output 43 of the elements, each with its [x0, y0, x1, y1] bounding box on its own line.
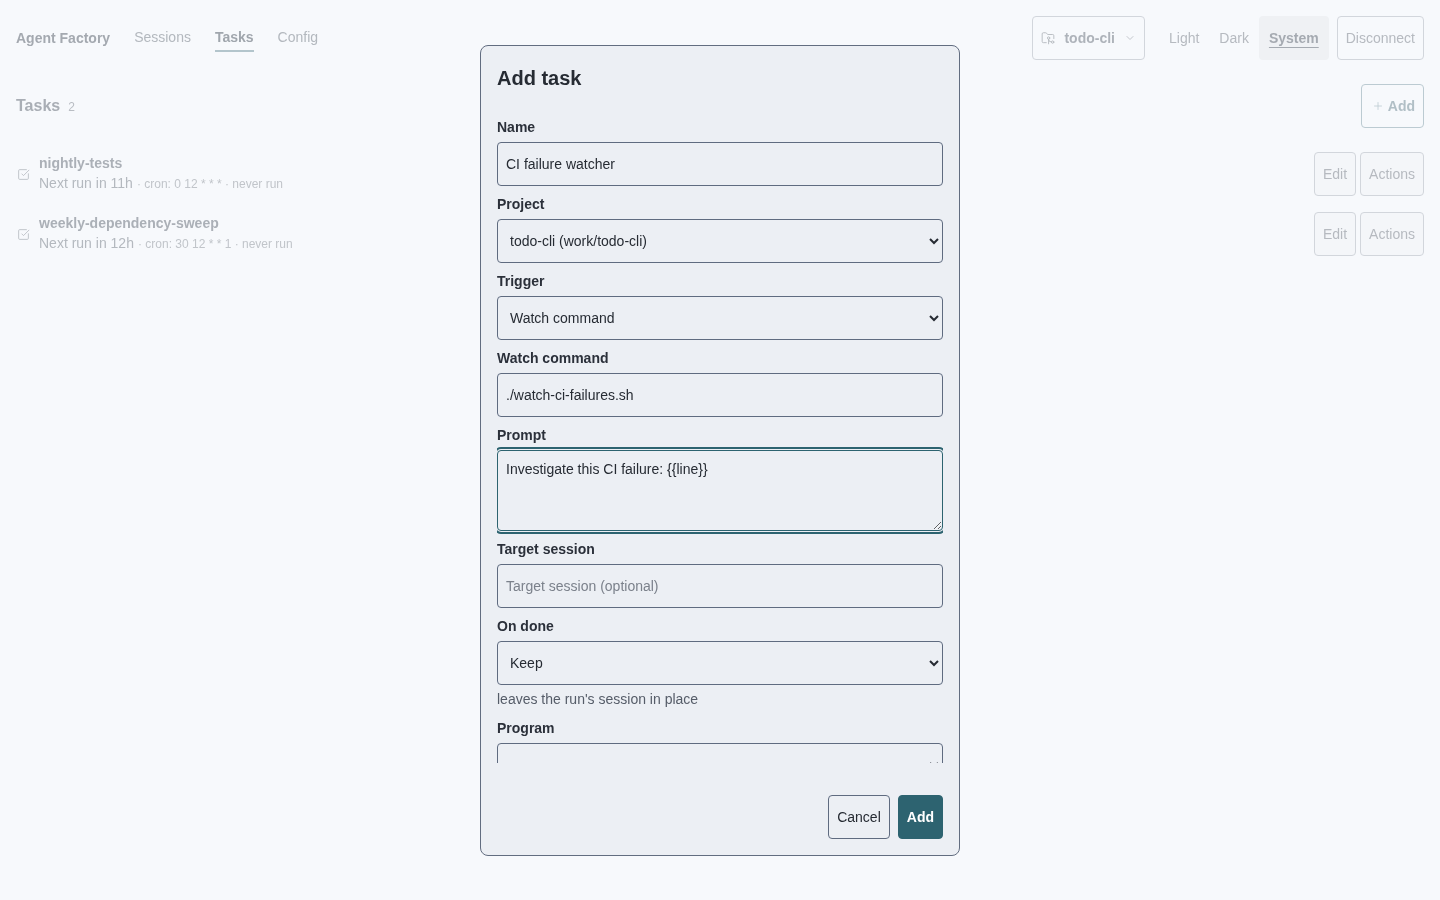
task-name: weekly-dependency-sweep: [39, 213, 220, 232]
nav-tab[interactable]: Config: [277, 24, 319, 52]
task-check-icon: [17, 227, 30, 241]
field-label: Program: [497, 719, 556, 737]
task-count: 2: [68, 100, 75, 114]
theme-option[interactable]: Dark: [1209, 16, 1259, 60]
field-label: Project: [497, 195, 546, 213]
submit-button[interactable]: Add: [897, 795, 943, 839]
dialog-title: Add task: [497, 66, 583, 91]
text-field[interactable]: CI failure watcher: [497, 142, 943, 186]
nav-tab[interactable]: Sessions: [134, 24, 191, 52]
field-label: Target session: [497, 540, 596, 558]
task-name: nightly-tests: [39, 153, 124, 172]
project-switcher[interactable]: todo-cli: [1032, 16, 1145, 60]
field-label: Prompt: [497, 426, 547, 444]
task-action-button[interactable]: Edit: [1313, 212, 1357, 256]
cancel-button[interactable]: Cancel: [828, 795, 890, 839]
app-title: Agent Factory: [16, 30, 111, 46]
task-action-button[interactable]: Actions: [1360, 152, 1424, 196]
select-field[interactable]: Watch command: [497, 296, 943, 340]
folder-icon: [1041, 31, 1056, 45]
field-label: Name: [497, 118, 537, 136]
task-action-button[interactable]: Edit: [1313, 152, 1357, 196]
next-run-text: Next run in 12h: [39, 233, 134, 253]
field-label: Watch command: [497, 349, 610, 367]
plus-icon: [1371, 100, 1384, 112]
theme-option[interactable]: Light: [1159, 16, 1210, 60]
task-check-icon: [17, 167, 30, 181]
textarea-field[interactable]: Investigate this CI failure: {{line}}: [497, 450, 943, 531]
next-run-text: Next run in 11h: [39, 173, 133, 193]
text-field[interactable]: Target session (optional): [497, 564, 943, 608]
text-field[interactable]: ./watch-ci-failures.sh: [497, 373, 943, 417]
nav-tab[interactable]: Tasks: [214, 24, 254, 52]
theme-option[interactable]: System: [1258, 16, 1329, 60]
select-field[interactable]: Keep: [497, 641, 943, 685]
task-action-button[interactable]: Actions: [1360, 212, 1424, 256]
section-title: Tasks: [16, 97, 61, 115]
field-label: On done: [497, 617, 555, 635]
select-field[interactable]: todo-cli (work/todo-cli): [497, 219, 943, 263]
field-label: Trigger: [497, 272, 546, 290]
help-text: leaves the run's session in place: [497, 690, 700, 708]
add-task-button[interactable]: Add: [1360, 84, 1424, 128]
disconnect-button[interactable]: Disconnect: [1336, 16, 1424, 60]
